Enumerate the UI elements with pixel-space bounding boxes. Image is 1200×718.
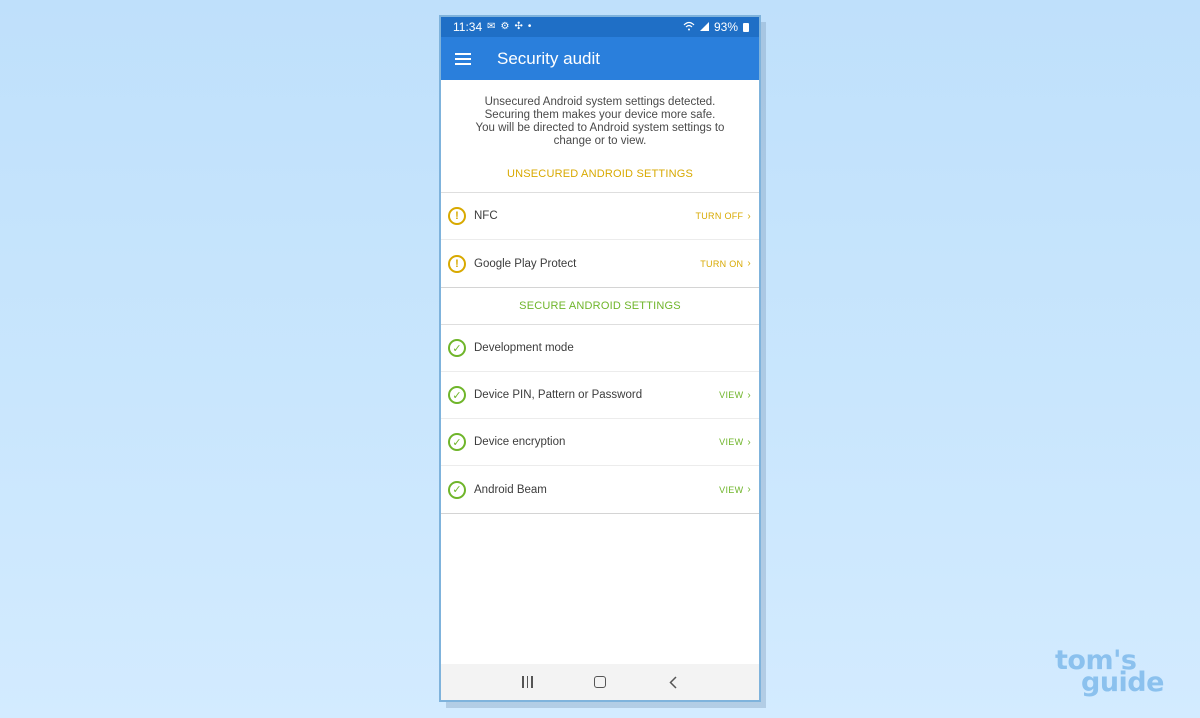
action-label: TURN OFF [695,211,744,221]
setting-label: Android Beam [474,483,547,496]
setting-row-android-beam[interactable]: ✓ Android Beam VIEW › [441,466,759,513]
setting-label: Google Play Protect [474,257,577,270]
gear-icon: ⚙ [500,21,510,32]
fan-icon: ✣ [514,21,523,32]
setting-label: Device encryption [474,436,566,448]
setting-label: Device PIN, Pattern or Password [474,389,643,401]
dot-icon: • [527,21,532,32]
recents-button[interactable] [512,670,542,694]
view-device-encryption-button[interactable]: VIEW › [719,437,751,448]
view-android-beam-button[interactable]: VIEW › [719,484,751,495]
back-icon [669,675,677,689]
page-title: Security audit [497,48,600,68]
home-icon [593,676,606,688]
intro-text: Unsecured Android system settings detect… [441,80,759,148]
chevron-right-icon: › [747,484,751,495]
status-time: 11:34 [453,20,483,34]
recents-icon [522,676,533,688]
status-bar: 11:34 ✉ ⚙ ✣ • 93% [441,17,759,37]
intro-line: Unsecured Android system settings detect… [484,96,716,108]
intro-line: You will be directed to Android system s… [475,122,725,134]
check-icon: ✓ [448,433,466,451]
battery-icon [743,22,749,32]
check-icon: ✓ [448,339,466,357]
setting-label: NFC [474,210,498,222]
turn-off-nfc-button[interactable]: TURN OFF › [695,211,751,222]
intro-line: Securing them makes your device more saf… [484,109,716,121]
turn-on-play-protect-button[interactable]: TURN ON › [700,258,751,269]
toms-guide-logo: tom's guide [1055,647,1180,696]
phone-screen: 11:34 ✉ ⚙ ✣ • 93% Security audit Unsecur… [439,15,761,702]
unsecured-section-header: UNSECURED ANDROID SETTINGS [506,168,694,180]
action-label: TURN ON [700,258,744,269]
setting-row-nfc[interactable]: ! NFC TURN OFF › [441,193,759,240]
action-label: VIEW [719,484,744,495]
menu-icon[interactable] [455,52,471,65]
signal-icon [699,20,709,34]
wifi-icon [683,20,695,34]
chevron-right-icon: › [747,258,751,269]
chevron-right-icon: › [747,436,751,448]
back-button[interactable] [658,670,688,694]
action-label: VIEW [719,437,744,447]
warning-icon: ! [448,254,466,273]
setting-row-device-pin[interactable]: ✓ Device PIN, Pattern or Password VIEW › [441,372,759,419]
chevron-right-icon: › [747,389,751,401]
secure-section-header: SECURE ANDROID SETTINGS [519,300,681,312]
unsecured-settings-list: ! NFC TURN OFF › ! Google Play Protect T… [441,192,759,288]
secure-settings-list: ✓ Development mode ✓ Device PIN, Pattern… [441,324,759,514]
system-nav-bar [441,664,759,700]
home-button[interactable] [585,670,615,694]
mail-icon: ✉ [487,21,496,32]
intro-line: change or to view. [553,135,647,147]
app-bar: Security audit [441,37,759,80]
setting-row-device-encryption[interactable]: ✓ Device encryption VIEW › [441,419,759,466]
setting-row-development-mode: ✓ Development mode [441,325,759,372]
setting-row-google-play-protect[interactable]: ! Google Play Protect TURN ON › [441,240,759,287]
chevron-right-icon: › [747,210,751,222]
battery-percent: 93% [713,20,738,34]
warning-icon: ! [448,207,466,225]
view-device-pin-button[interactable]: VIEW › [719,390,751,401]
action-label: VIEW [719,390,744,400]
check-icon: ✓ [448,480,466,499]
check-icon: ✓ [448,386,466,404]
setting-label: Development mode [474,342,574,354]
